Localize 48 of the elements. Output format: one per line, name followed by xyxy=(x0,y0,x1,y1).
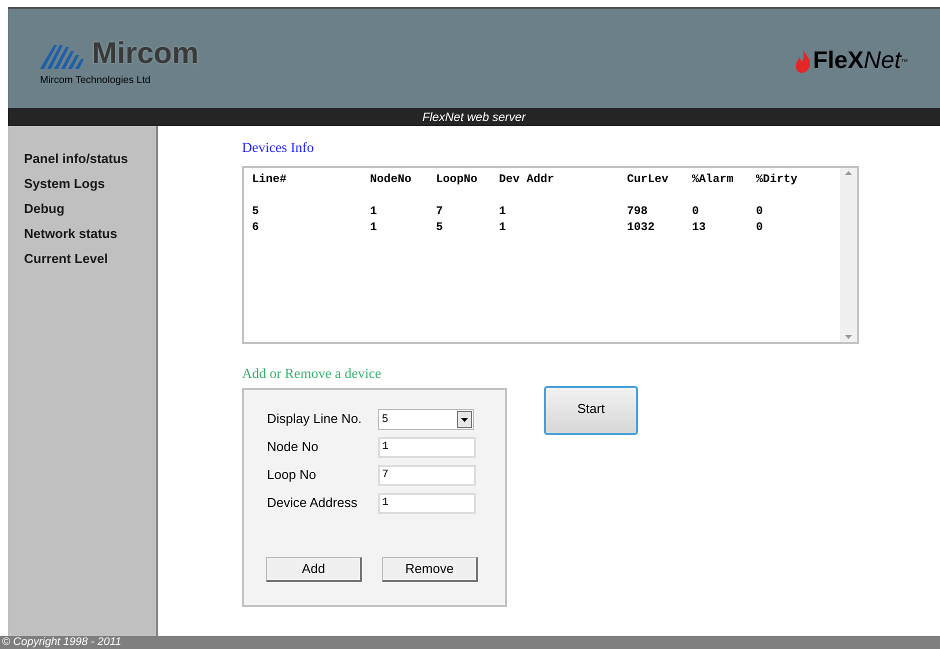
table-cell-text: 5 xyxy=(436,220,444,236)
column-header: NodeNo xyxy=(370,172,412,188)
add-button[interactable]: Add xyxy=(266,557,362,582)
table-cell-text: 0 xyxy=(692,204,700,220)
table-cell-text: 5 xyxy=(252,204,260,220)
field-label: Device Address xyxy=(267,494,358,512)
nav-link[interactable]: System Logs xyxy=(24,171,105,196)
table-cell-text: 6 xyxy=(252,220,260,236)
table-cell-text: 1 xyxy=(499,220,507,236)
column-header: %Alarm xyxy=(692,172,734,188)
input-field[interactable]: 1 xyxy=(378,436,476,458)
table-cell-text: 1032 xyxy=(627,220,656,236)
input-field[interactable]: 1 xyxy=(378,492,476,514)
table-cell-text: 13 xyxy=(692,220,707,236)
nav-link[interactable]: Panel info/status xyxy=(24,146,128,171)
table-cell-text: 1 xyxy=(370,220,378,236)
table-cell-text: 1 xyxy=(370,204,378,220)
field-label: Display Line No. xyxy=(267,410,363,428)
section-title: Add or Remove a device xyxy=(242,366,382,384)
column-header: LoopNo xyxy=(436,172,478,188)
column-header: %Dirty xyxy=(756,172,798,188)
dropdown[interactable]: 5 xyxy=(378,408,474,430)
nav-link[interactable]: Current Level xyxy=(24,246,108,271)
table-cell-text: 7 xyxy=(436,204,444,220)
title-bar: FlexNet web server xyxy=(8,108,940,126)
nav-link[interactable]: Network status xyxy=(24,221,118,246)
remove-button[interactable]: Remove xyxy=(382,557,478,582)
column-header: Dev Addr xyxy=(499,172,556,188)
start-button[interactable]: Start xyxy=(544,386,638,435)
scrollbar[interactable] xyxy=(840,168,857,342)
copyright-text: © Copyright 1998 - 2011 xyxy=(0,636,940,649)
section-title: Devices Info xyxy=(242,140,315,158)
company-logo-text: Mircom xyxy=(92,39,199,69)
field-label: Node No xyxy=(267,438,320,456)
company-name: Mircom Technologies Ltd xyxy=(40,74,152,88)
column-header: Line# xyxy=(252,172,288,188)
nav-link[interactable]: Debug xyxy=(24,196,64,221)
field-label: Loop No xyxy=(267,466,318,484)
product-logo-text: FleXNet$^{™}$ xyxy=(812,48,908,74)
column-header: CurLev xyxy=(627,172,670,188)
scroll-up-icon[interactable] xyxy=(845,171,852,175)
table-cell-text: 1 xyxy=(499,204,507,220)
input-field[interactable]: 7 xyxy=(378,464,476,486)
table-cell-text: 0 xyxy=(756,204,764,220)
flame-icon xyxy=(794,48,811,72)
scroll-down-icon[interactable] xyxy=(845,335,852,339)
table-cell-text: 0 xyxy=(756,220,764,236)
table-cell-text: 798 xyxy=(627,204,649,220)
